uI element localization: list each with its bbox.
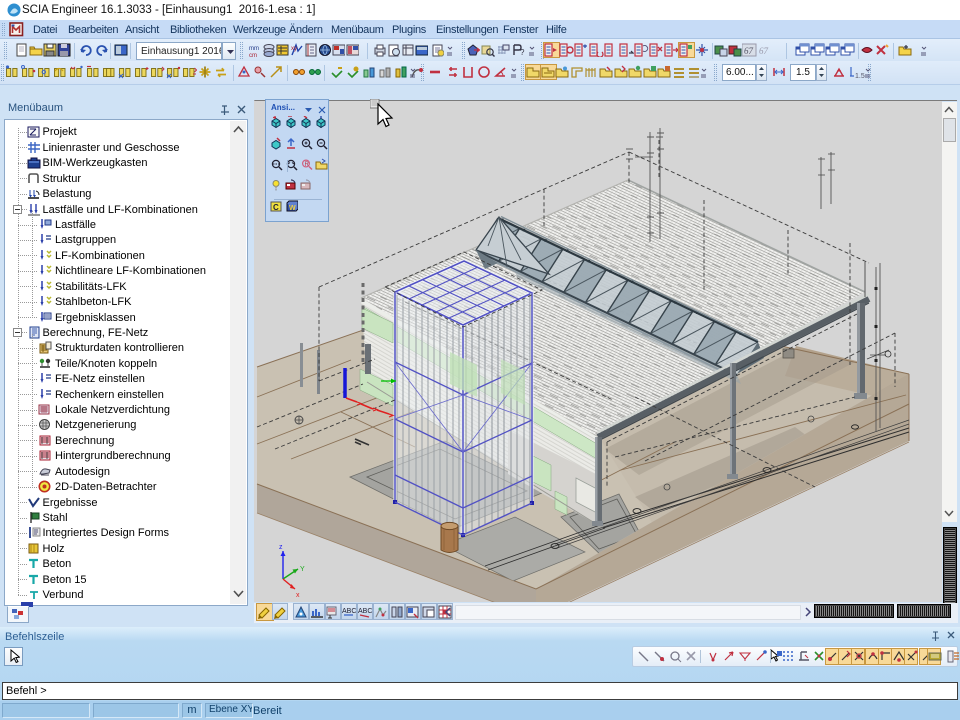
svg-text:67: 67 [759,46,769,56]
svg-text:ABC: ABC [358,608,372,615]
svg-text:x: x [296,592,300,599]
svg-text:R: R [305,162,310,168]
svg-text:C: C [273,203,279,212]
svg-text:W: W [289,205,296,212]
svg-text:67: 67 [744,46,754,56]
svg-text:ABC: ABC [342,608,356,615]
svg-text:xy: xy [291,46,297,52]
svg-text:?: ? [520,48,525,57]
svg-text:Y: Y [300,566,305,573]
svg-text:z: z [279,544,283,551]
svg-text:cm: cm [249,53,257,57]
svg-text:mm: mm [249,46,259,52]
